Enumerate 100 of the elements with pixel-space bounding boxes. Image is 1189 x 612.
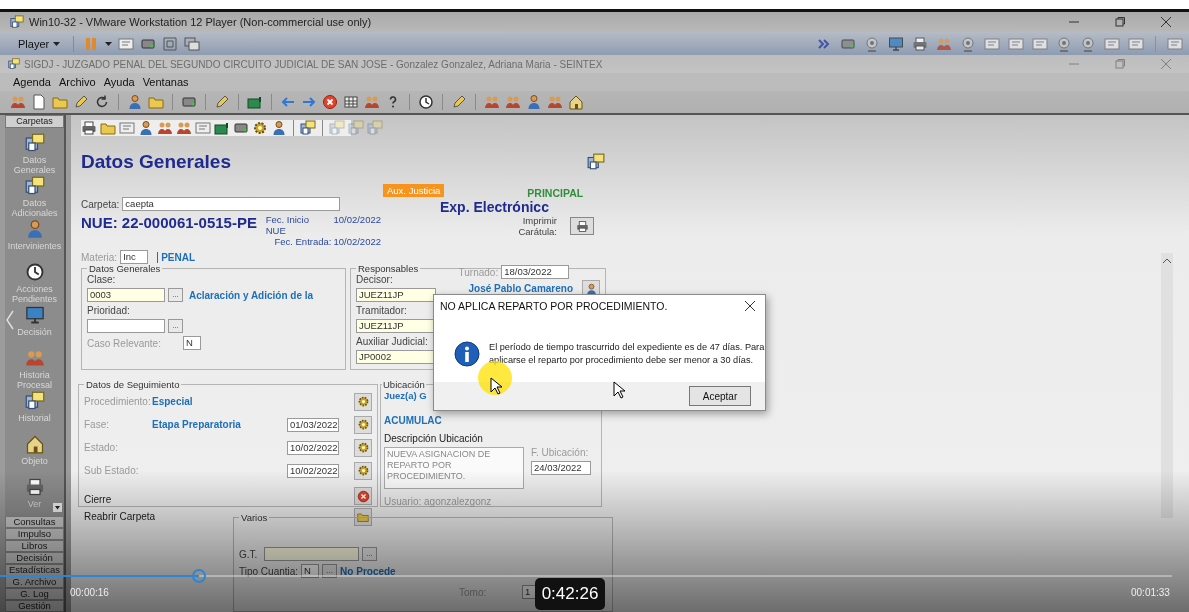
info-icon <box>454 341 480 367</box>
input-field[interactable] <box>87 319 165 334</box>
player-menu-button[interactable]: Player <box>14 37 65 50</box>
printer-icon[interactable] <box>81 120 97 137</box>
people-icon[interactable] <box>484 94 500 110</box>
chevron-left-icon[interactable] <box>6 310 14 330</box>
accept-button[interactable]: Aceptar <box>689 386 751 406</box>
windows-icon[interactable] <box>587 152 605 171</box>
lookup-button[interactable]: ... <box>362 547 377 562</box>
input-field[interactable]: JUEZ11JP <box>356 319 436 334</box>
input-field[interactable]: Inc <box>120 250 149 265</box>
person-icon[interactable] <box>271 120 287 137</box>
menu-item[interactable]: Ayuda <box>102 76 136 88</box>
people-icon[interactable] <box>157 120 173 137</box>
folder-icon[interactable] <box>52 94 68 110</box>
dropdown-arrow-icon[interactable] <box>53 503 62 512</box>
input-field[interactable]: 10/02/2022 <box>287 440 339 455</box>
field-label: Materia: <box>81 251 118 263</box>
input-field[interactable]: caepta <box>122 197 341 212</box>
gear-icon[interactable] <box>252 120 268 137</box>
windows-icon[interactable] <box>300 120 316 137</box>
people-icon[interactable] <box>10 94 26 110</box>
pencil-icon[interactable] <box>73 94 89 110</box>
person-icon[interactable] <box>526 94 542 110</box>
gear-button[interactable] <box>354 461 372 480</box>
input-field[interactable]: 0003 <box>87 288 165 303</box>
money-icon[interactable] <box>247 94 263 110</box>
gear-button[interactable] <box>354 438 372 457</box>
card-icon[interactable] <box>1167 35 1183 52</box>
input-field[interactable]: N <box>301 564 320 579</box>
fullscreen-icon[interactable] <box>162 35 179 52</box>
sidebar-button[interactable]: Estadísticas <box>5 564 64 576</box>
grid-icon[interactable] <box>343 94 359 110</box>
webcam-icon[interactable] <box>1080 35 1096 52</box>
webcam-icon[interactable] <box>960 35 976 52</box>
scroll-up-icon[interactable] <box>1163 258 1171 263</box>
sidebar-button[interactable]: Libros <box>5 540 64 552</box>
person-icon[interactable] <box>127 94 143 110</box>
people-icon[interactable] <box>176 120 192 137</box>
print-button[interactable] <box>570 217 594 236</box>
description-field[interactable]: NUEVA ASIGNACION DE REPARTO POR PROCEDIMIENTO. <box>384 447 524 490</box>
printer-icon[interactable] <box>912 35 928 52</box>
menu-item[interactable]: Agenda <box>12 76 52 88</box>
webcam-icon[interactable] <box>1056 35 1072 52</box>
sidebar-button[interactable]: Decisión <box>5 552 64 564</box>
menu-item[interactable]: Ventanas <box>141 76 190 88</box>
stop-icon[interactable] <box>322 94 338 110</box>
people-icon[interactable] <box>505 94 521 110</box>
input-field[interactable]: 10/02/2022 <box>287 463 339 478</box>
people-icon[interactable] <box>364 94 380 110</box>
gear-button[interactable] <box>354 392 372 411</box>
gear-button[interactable] <box>354 415 372 434</box>
input-field[interactable] <box>264 547 359 562</box>
refresh-icon[interactable] <box>94 94 110 110</box>
pencil-icon[interactable] <box>214 94 230 110</box>
people-icon[interactable] <box>24 348 45 368</box>
cancel-button[interactable] <box>354 487 372 506</box>
house-icon[interactable] <box>24 434 45 454</box>
folder-icon[interactable] <box>148 94 164 110</box>
windows-icon[interactable] <box>24 391 45 411</box>
input-field[interactable]: JUEZ11JP <box>356 288 436 303</box>
monitor-icon[interactable] <box>24 305 45 325</box>
input-field[interactable]: 24/03/2022 <box>531 461 591 476</box>
lookup-button[interactable]: ... <box>168 288 183 303</box>
card-icon[interactable] <box>1032 35 1048 52</box>
card-icon[interactable] <box>1008 35 1024 52</box>
lookup-button[interactable]: ... <box>168 319 183 334</box>
folder-icon <box>357 510 369 523</box>
house-icon[interactable] <box>568 94 584 110</box>
pencil-icon[interactable] <box>451 94 467 110</box>
sidebar-button[interactable]: G. Log <box>5 588 64 600</box>
people-icon[interactable] <box>547 94 563 110</box>
scrollbar[interactable] <box>1161 253 1173 518</box>
sidebar-button[interactable]: Impulso <box>5 528 64 540</box>
card-icon[interactable] <box>984 35 1000 52</box>
document-icon[interactable] <box>31 94 47 110</box>
windows-icon[interactable] <box>184 35 201 52</box>
card-icon[interactable] <box>118 35 135 52</box>
printer-icon[interactable] <box>24 477 45 497</box>
card-icon[interactable] <box>1104 35 1120 52</box>
input-field[interactable]: 18/03/2022 <box>501 265 570 280</box>
dialog-message: El período de tiempo trascurrido del expediente es de 47 días. Para aplicarse el reparto por procedimiento debe ser menor a 30 días. <box>489 341 765 367</box>
clock-icon[interactable] <box>418 94 434 110</box>
clock-icon[interactable] <box>24 262 45 282</box>
monitor-icon[interactable] <box>888 35 904 52</box>
caret-icon[interactable] <box>105 41 113 46</box>
menu-item[interactable]: Archivo <box>57 76 97 88</box>
input-field[interactable]: 01/03/2022 <box>287 417 339 432</box>
input-field[interactable]: JP0002 <box>356 350 436 365</box>
windows-icon[interactable] <box>24 133 45 153</box>
input-field[interactable]: N <box>182 336 201 351</box>
money-icon[interactable] <box>214 120 230 137</box>
lookup-button[interactable]: ... <box>322 564 338 579</box>
person-icon[interactable] <box>138 120 154 137</box>
webcam-icon[interactable] <box>864 35 880 52</box>
card-icon[interactable] <box>1128 35 1144 52</box>
field-label: G.T. <box>239 548 259 560</box>
progress-handle[interactable] <box>192 569 207 583</box>
sidebar-button[interactable]: Consultas <box>5 516 64 528</box>
windows-icon[interactable] <box>24 176 45 196</box>
